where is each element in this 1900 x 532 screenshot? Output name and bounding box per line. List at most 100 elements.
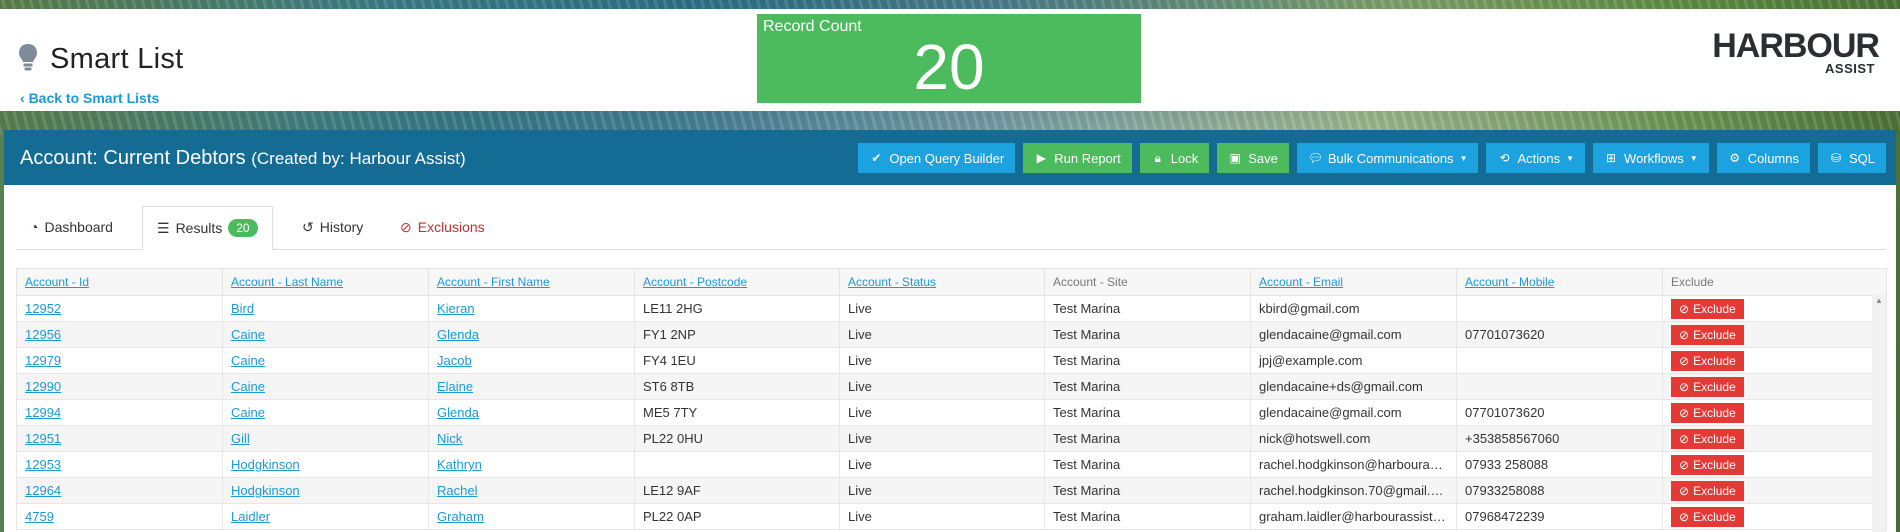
table-cell: 07933 258088 — [1456, 451, 1663, 478]
lock-button[interactable]: 🔒︎ Lock — [1139, 143, 1210, 173]
harbour-assist-logo: HARBOUR ASSIST — [1699, 27, 1880, 83]
table-cell[interactable]: 12953 — [16, 451, 223, 478]
tab-exclusions[interactable]: ⊘ Exclusions — [386, 206, 499, 248]
sort-mobile-link[interactable]: Account - Mobile — [1465, 275, 1554, 289]
record-link[interactable]: 12964 — [25, 483, 61, 498]
table-row: 12990 Caine Elaine ST6 8TB Live Test Marina gl… — [16, 373, 1887, 400]
table-cell[interactable]: Glenda — [428, 321, 635, 348]
record-link[interactable]: Glenda — [437, 327, 479, 342]
record-link[interactable]: Caine — [231, 405, 265, 420]
table-cell[interactable]: 12979 — [16, 347, 223, 374]
table-cell[interactable]: Rachel — [428, 477, 635, 504]
record-link[interactable]: Rachel — [437, 483, 477, 498]
record-link[interactable]: Gill — [231, 431, 250, 446]
table-cell[interactable]: 12994 — [16, 399, 223, 426]
table-cell[interactable]: Caine — [222, 373, 429, 400]
table-cell[interactable]: Gill — [222, 425, 429, 452]
record-link[interactable]: Elaine — [437, 379, 473, 394]
tab-results[interactable]: ☰ Results 20 — [142, 206, 273, 250]
table-cell[interactable]: Hodgkinson — [222, 477, 429, 504]
table-cell[interactable]: Nick — [428, 425, 635, 452]
vertical-scrollbar[interactable]: ▲ — [1872, 294, 1886, 532]
record-link[interactable]: Hodgkinson — [231, 483, 300, 498]
record-link[interactable]: Jacob — [437, 353, 472, 368]
exclude-button[interactable]: ⊘ Exclude — [1671, 350, 1744, 371]
sort-postcode-link[interactable]: Account - Postcode — [643, 275, 747, 289]
record-link[interactable]: Kieran — [437, 301, 475, 316]
table-cell[interactable]: Jacob — [428, 347, 635, 374]
columns-button[interactable]: ⚙ Columns — [1716, 143, 1810, 173]
sort-account-id-link[interactable]: Account - Id — [25, 275, 89, 289]
record-link[interactable]: 12952 — [25, 301, 61, 316]
table-cell[interactable]: 12964 — [16, 477, 223, 504]
sort-status-link[interactable]: Account - Status — [848, 275, 936, 289]
exclude-button[interactable]: ⊘ Exclude — [1671, 506, 1744, 527]
scroll-up-arrow-icon[interactable]: ▲ — [1875, 296, 1883, 305]
exclude-button[interactable]: ⊘ Exclude — [1671, 298, 1744, 319]
table-cell[interactable]: Glenda — [428, 399, 635, 426]
bulk-communications-button[interactable]: 💬︎ Bulk Communications ▼ — [1296, 143, 1479, 173]
table-cell[interactable]: Caine — [222, 347, 429, 374]
table-cell[interactable]: Laidler — [222, 503, 429, 530]
table-cell[interactable]: 12952 — [16, 295, 223, 322]
caret-down-icon: ▼ — [1689, 153, 1698, 163]
exclude-button[interactable]: ⊘ Exclude — [1671, 454, 1744, 475]
record-link[interactable]: 12994 — [25, 405, 61, 420]
record-link[interactable]: 12956 — [25, 327, 61, 342]
save-button[interactable]: ▣ Save — [1217, 143, 1289, 173]
tab-history[interactable]: ↺ History — [288, 206, 377, 248]
record-link[interactable]: Glenda — [437, 405, 479, 420]
open-query-builder-button[interactable]: ✔ Open Query Builder — [858, 143, 1016, 173]
record-link[interactable]: 12953 — [25, 457, 61, 472]
record-link[interactable]: Kathryn — [437, 457, 482, 472]
column-header[interactable]: Account - First Name — [428, 268, 635, 296]
table-cell[interactable]: Caine — [222, 399, 429, 426]
sql-button[interactable]: ⛁ SQL — [1817, 143, 1886, 173]
table-cell[interactable]: 12990 — [16, 373, 223, 400]
back-to-smart-lists-link[interactable]: ‹ Back to Smart Lists — [20, 90, 159, 106]
table-cell[interactable]: Bird — [222, 295, 429, 322]
tab-dashboard[interactable]: ◔ Dashboard — [16, 206, 127, 248]
record-link[interactable]: Caine — [231, 327, 265, 342]
table-cell[interactable]: Kieran — [428, 295, 635, 322]
table-cell: jpj@example.com — [1250, 347, 1457, 374]
column-header[interactable]: Account - Postcode — [634, 268, 840, 296]
record-link[interactable]: Graham — [437, 509, 484, 524]
column-header[interactable]: Account - Mobile — [1456, 268, 1663, 296]
column-header[interactable]: Account - Status — [839, 268, 1045, 296]
record-link[interactable]: Nick — [437, 431, 462, 446]
exclude-button[interactable]: ⊘ Exclude — [1671, 428, 1744, 449]
column-header[interactable]: Account - Email — [1250, 268, 1457, 296]
run-report-button[interactable]: ▶ Run Report — [1023, 143, 1132, 173]
table-cell[interactable]: Elaine — [428, 373, 635, 400]
record-link[interactable]: Caine — [231, 379, 265, 394]
table-cell[interactable]: Hodgkinson — [222, 451, 429, 478]
exclude-button[interactable]: ⊘ Exclude — [1671, 480, 1744, 501]
column-header[interactable]: Account - Id — [16, 268, 223, 296]
table-cell[interactable]: 12951 — [16, 425, 223, 452]
record-link[interactable]: Bird — [231, 301, 254, 316]
exclude-button[interactable]: ⊘ Exclude — [1671, 402, 1744, 423]
table-cell[interactable]: 4759 — [16, 503, 223, 530]
exclude-button[interactable]: ⊘ Exclude — [1671, 376, 1744, 397]
record-link[interactable]: 12951 — [25, 431, 61, 446]
exclude-button-label: Exclude — [1693, 509, 1736, 524]
record-link[interactable]: 4759 — [25, 509, 54, 524]
column-header[interactable]: Account - Last Name — [222, 268, 429, 296]
exclude-button[interactable]: ⊘ Exclude — [1671, 324, 1744, 345]
table-cell[interactable]: Caine — [222, 321, 429, 348]
record-link[interactable]: Caine — [231, 353, 265, 368]
sort-last-name-link[interactable]: Account - Last Name — [231, 275, 343, 289]
table-cell[interactable]: Graham — [428, 503, 635, 530]
actions-button[interactable]: ⟲ Actions ▼ — [1486, 143, 1586, 173]
record-link[interactable]: Laidler — [231, 509, 270, 524]
record-link[interactable]: 12990 — [25, 379, 61, 394]
sort-email-link[interactable]: Account - Email — [1259, 275, 1343, 289]
workflows-button[interactable]: ⊞ Workflows ▼ — [1593, 143, 1709, 173]
record-link[interactable]: Hodgkinson — [231, 457, 300, 472]
sort-first-name-link[interactable]: Account - First Name — [437, 275, 550, 289]
table-cell[interactable]: 12956 — [16, 321, 223, 348]
table-cell[interactable]: Kathryn — [428, 451, 635, 478]
record-link[interactable]: 12979 — [25, 353, 61, 368]
exclude-cell: ⊘ Exclude — [1662, 503, 1887, 530]
